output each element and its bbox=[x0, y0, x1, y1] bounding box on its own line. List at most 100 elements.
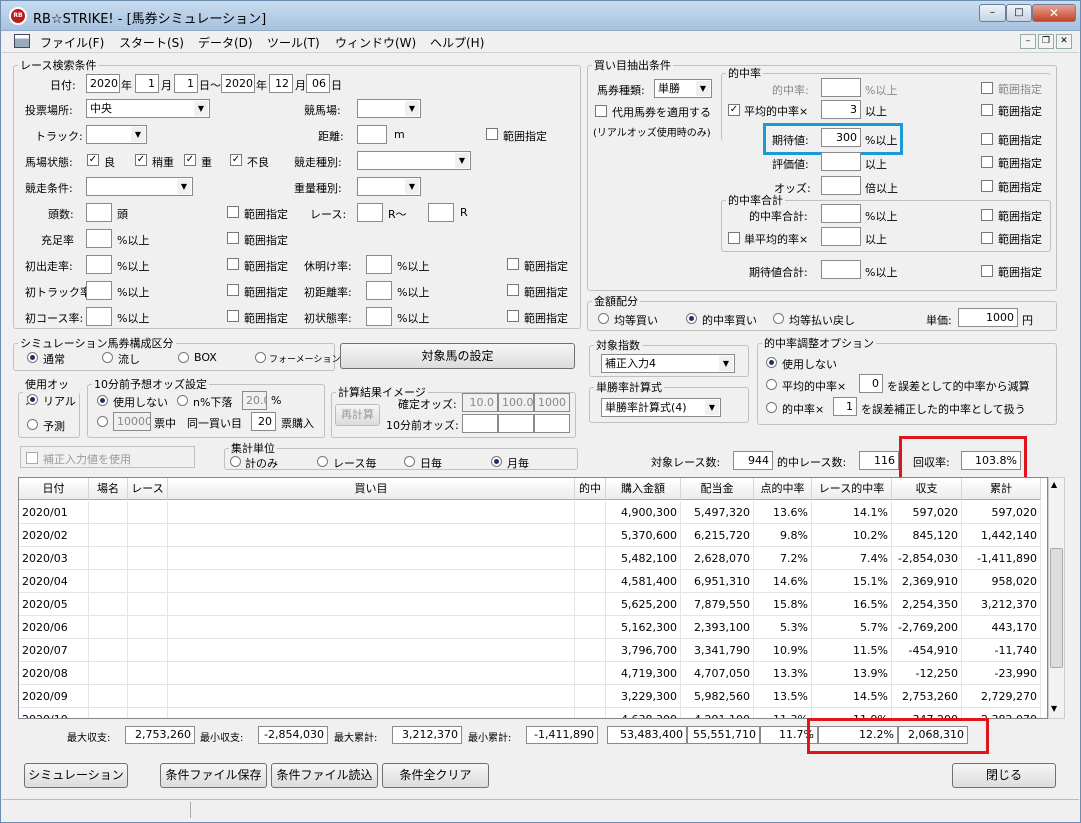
scroll-thumb[interactable] bbox=[1050, 548, 1063, 668]
cell-venue[interactable] bbox=[89, 616, 128, 639]
maximize-button[interactable]: □ bbox=[1006, 4, 1032, 22]
cell-venue[interactable] bbox=[89, 662, 128, 685]
cell-date[interactable]: 2020/03 bbox=[19, 547, 89, 570]
first-track-field[interactable] bbox=[86, 281, 112, 300]
cell-cumulative[interactable]: 1,442,140 bbox=[962, 524, 1041, 547]
mdi-minimize-icon[interactable]: – bbox=[1020, 34, 1036, 49]
rest-rate-field[interactable] bbox=[366, 255, 392, 274]
venue-select[interactable]: 中央 ▼ bbox=[86, 99, 210, 118]
cell-date[interactable]: 2020/02 bbox=[19, 524, 89, 547]
clear-conditions-button[interactable]: 条件全クリア bbox=[382, 763, 489, 788]
col-header-payout[interactable]: 配当金 bbox=[681, 478, 754, 500]
first-run-range-checkbox[interactable] bbox=[227, 258, 239, 270]
cell-buy-amount[interactable]: 4,638,300 bbox=[606, 708, 681, 718]
scroll-up-icon[interactable]: ▲ bbox=[1051, 480, 1057, 489]
adj-avg-radio[interactable] bbox=[766, 379, 777, 390]
cell-venue[interactable] bbox=[89, 708, 128, 718]
eval-value-field[interactable] bbox=[821, 152, 861, 171]
racecourse-select[interactable]: ▼ bbox=[357, 99, 421, 118]
cell-payout[interactable]: 3,341,790 bbox=[681, 639, 754, 662]
cell-date[interactable]: 2020/01 bbox=[19, 501, 89, 524]
cell-hit[interactable] bbox=[575, 685, 606, 708]
cell-buy-amount[interactable]: 4,719,300 bbox=[606, 662, 681, 685]
cell-bet[interactable] bbox=[168, 662, 575, 685]
start-month-field[interactable]: 1 bbox=[135, 74, 159, 93]
close-window-button[interactable]: ✕ bbox=[1032, 4, 1076, 22]
cell-bet[interactable] bbox=[168, 570, 575, 593]
sim-box-radio[interactable] bbox=[178, 352, 189, 363]
cell-point-hit-rate[interactable]: 7.2% bbox=[754, 547, 812, 570]
cell-race-hit-rate[interactable]: 10.2% bbox=[812, 524, 892, 547]
first-distance-field[interactable] bbox=[366, 281, 392, 300]
hit-range-checkbox[interactable] bbox=[981, 82, 993, 94]
cond-heavy-checkbox[interactable]: ✓ bbox=[184, 154, 196, 166]
cell-race-hit-rate[interactable]: 14.5% bbox=[812, 685, 892, 708]
cell-bet[interactable] bbox=[168, 593, 575, 616]
avg-hit-range-checkbox[interactable] bbox=[981, 104, 993, 116]
cell-hit[interactable] bbox=[575, 547, 606, 570]
simulation-button[interactable]: シミュレーション bbox=[24, 763, 128, 788]
cell-hit[interactable] bbox=[575, 662, 606, 685]
race-kind-select[interactable]: ▼ bbox=[357, 151, 471, 170]
cell-point-hit-rate[interactable]: 10.9% bbox=[754, 639, 812, 662]
menu-help[interactable]: ヘルプ(H) bbox=[430, 34, 484, 51]
cell-hit[interactable] bbox=[575, 616, 606, 639]
cell-race[interactable] bbox=[128, 616, 168, 639]
track-select[interactable]: ▼ bbox=[86, 125, 147, 144]
sim-normal-radio[interactable] bbox=[27, 352, 38, 363]
minimize-button[interactable]: – bbox=[979, 4, 1006, 22]
cell-date[interactable]: 2020/10 bbox=[19, 708, 89, 718]
money-even-radio[interactable] bbox=[598, 313, 609, 324]
agg-day-radio[interactable] bbox=[404, 456, 415, 467]
col-header-cumulative[interactable]: 累計 bbox=[962, 478, 1041, 500]
menu-file[interactable]: ファイル(F) bbox=[40, 34, 104, 51]
cell-cumulative[interactable]: -11,740 bbox=[962, 639, 1041, 662]
cell-race[interactable] bbox=[128, 547, 168, 570]
cell-bet[interactable] bbox=[168, 501, 575, 524]
cell-cumulative[interactable]: 597,020 bbox=[962, 501, 1041, 524]
cell-venue[interactable] bbox=[89, 547, 128, 570]
cell-buy-amount[interactable]: 4,581,400 bbox=[606, 570, 681, 593]
load-conditions-button[interactable]: 条件ファイル読込 bbox=[271, 763, 378, 788]
cell-race-hit-rate[interactable]: 11.5% bbox=[812, 639, 892, 662]
cell-date[interactable]: 2020/08 bbox=[19, 662, 89, 685]
cell-cumulative[interactable]: 2,729,270 bbox=[962, 685, 1041, 708]
cell-hit[interactable] bbox=[575, 501, 606, 524]
cell-bet[interactable] bbox=[168, 524, 575, 547]
cell-buy-amount[interactable]: 3,796,700 bbox=[606, 639, 681, 662]
save-conditions-button[interactable]: 条件ファイル保存 bbox=[160, 763, 267, 788]
cell-race-hit-rate[interactable]: 15.1% bbox=[812, 570, 892, 593]
cell-date[interactable]: 2020/06 bbox=[19, 616, 89, 639]
first-track-range-checkbox[interactable] bbox=[227, 284, 239, 296]
cell-buy-amount[interactable]: 5,370,600 bbox=[606, 524, 681, 547]
cell-bet[interactable] bbox=[168, 616, 575, 639]
cell-venue[interactable] bbox=[89, 639, 128, 662]
col-header-race-hit-rate[interactable]: レース的中率 bbox=[812, 478, 892, 500]
cell-balance[interactable]: -12,250 bbox=[892, 662, 962, 685]
hit-sum-field[interactable] bbox=[821, 204, 861, 223]
distance-field[interactable] bbox=[357, 125, 387, 144]
substitute-checkbox[interactable] bbox=[595, 105, 607, 117]
mdi-restore-icon[interactable]: ❐ bbox=[1038, 34, 1054, 49]
cell-balance[interactable]: -2,854,030 bbox=[892, 547, 962, 570]
cell-cumulative[interactable]: -23,990 bbox=[962, 662, 1041, 685]
cell-balance[interactable]: 845,120 bbox=[892, 524, 962, 547]
cell-race-hit-rate[interactable]: 13.9% bbox=[812, 662, 892, 685]
mdi-close-icon[interactable]: ✕ bbox=[1056, 34, 1072, 49]
col-header-balance[interactable]: 収支 bbox=[892, 478, 962, 500]
cell-race-hit-rate[interactable]: 14.1% bbox=[812, 501, 892, 524]
first-course-range-checkbox[interactable] bbox=[227, 310, 239, 322]
race-from-field[interactable] bbox=[357, 203, 383, 222]
menu-window[interactable]: ウィンドウ(W) bbox=[335, 34, 416, 51]
cell-payout[interactable]: 2,393,100 bbox=[681, 616, 754, 639]
tenmin-nouse-radio[interactable] bbox=[97, 395, 108, 406]
sim-formation-radio[interactable] bbox=[255, 352, 266, 363]
cell-race[interactable] bbox=[128, 524, 168, 547]
cell-race[interactable] bbox=[128, 662, 168, 685]
col-header-hit[interactable]: 的中 bbox=[575, 478, 606, 500]
odds-range-checkbox[interactable] bbox=[981, 180, 993, 192]
money-payout-radio[interactable] bbox=[773, 313, 784, 324]
win-formula-select[interactable]: 単勝率計算式(4) ▼ bbox=[601, 398, 721, 417]
cell-venue[interactable] bbox=[89, 570, 128, 593]
adj-nouse-radio[interactable] bbox=[766, 357, 777, 368]
